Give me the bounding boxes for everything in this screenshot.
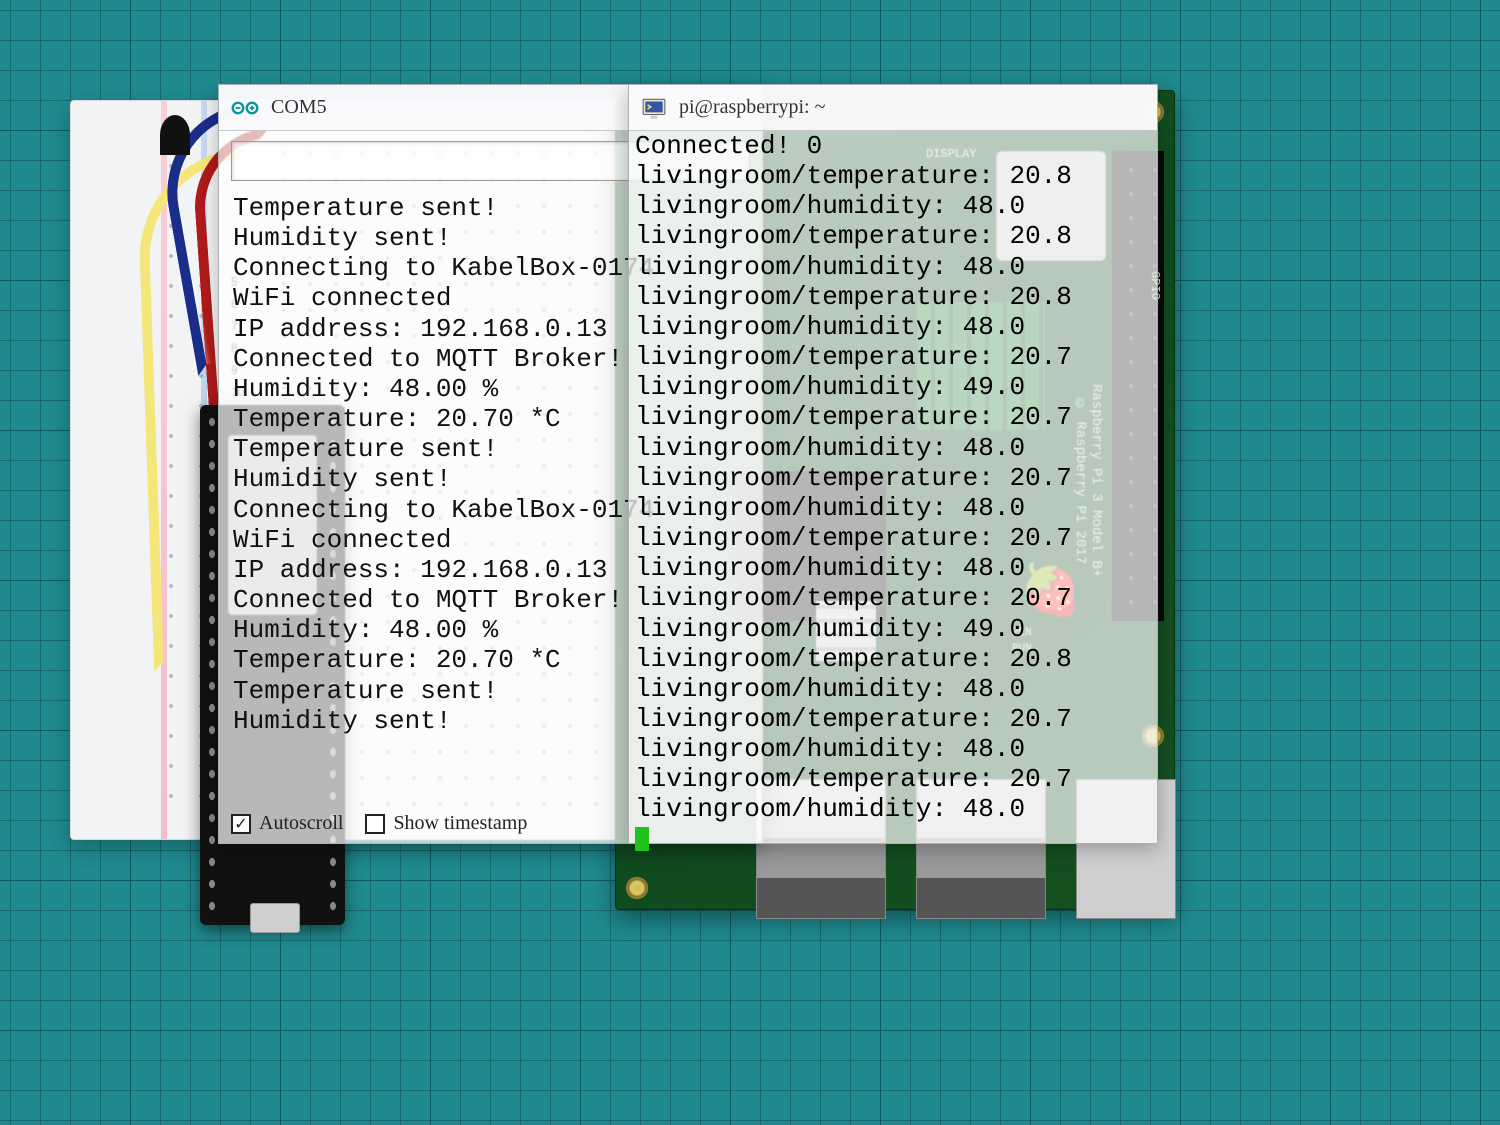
putty-icon: [641, 95, 667, 121]
terminal-output-line: livingroom/humidity: 48.0: [635, 252, 1151, 282]
terminal-output-line: livingroom/humidity: 48.0: [635, 191, 1151, 221]
terminal-output-line: Connected! 0: [635, 131, 1151, 161]
terminal-output-line: livingroom/humidity: 48.0: [635, 674, 1151, 704]
terminal-output-line: livingroom/humidity: 48.0: [635, 312, 1151, 342]
terminal-output-line: livingroom/humidity: 48.0: [635, 734, 1151, 764]
terminal-output-line: livingroom/temperature: 20.7: [635, 583, 1151, 613]
esp-micro-usb-port: [250, 903, 300, 933]
show-timestamp-checkbox[interactable]: Show timestamp: [365, 812, 527, 835]
terminal-output-line: livingroom/temperature: 20.8: [635, 221, 1151, 251]
terminal-output-line: livingroom/temperature: 20.7: [635, 764, 1151, 794]
terminal-output-line: livingroom/temperature: 20.7: [635, 402, 1151, 432]
arduino-icon: [231, 94, 259, 122]
terminal-window-title: pi@raspberrypi: ~: [679, 96, 825, 119]
terminal-output-line: livingroom/humidity: 49.0: [635, 372, 1151, 402]
terminal-output-line: livingroom/temperature: 20.7: [635, 342, 1151, 372]
dht-temperature-sensor: [160, 115, 190, 155]
serial-window-title: COM5: [271, 96, 327, 119]
terminal-output-line: livingroom/temperature: 20.8: [635, 644, 1151, 674]
rpi-mount-hole: [624, 875, 650, 901]
autoscroll-label: Autoscroll: [259, 812, 343, 835]
terminal-output-line: livingroom/temperature: 20.7: [635, 523, 1151, 553]
terminal-output-line: livingroom/temperature: 20.8: [635, 161, 1151, 191]
terminal-output-line: livingroom/temperature: 20.8: [635, 282, 1151, 312]
terminal-output-line: livingroom/humidity: 48.0: [635, 553, 1151, 583]
terminal-output-line: livingroom/temperature: 20.7: [635, 463, 1151, 493]
terminal-window-titlebar[interactable]: pi@raspberrypi: ~: [629, 85, 1157, 131]
terminal-output-line: livingroom/humidity: 48.0: [635, 493, 1151, 523]
terminal-cursor: [635, 827, 649, 851]
autoscroll-checkbox[interactable]: Autoscroll: [231, 812, 343, 835]
terminal-output-line: livingroom/humidity: 48.0: [635, 433, 1151, 463]
serial-monitor-footer: Autoscroll Show timestamp: [231, 812, 527, 835]
checkbox-icon: [231, 814, 251, 834]
terminal-output-line: livingroom/humidity: 48.0: [635, 794, 1151, 824]
ssh-terminal-window: pi@raspberrypi: ~ Connected! 0livingroom…: [628, 84, 1158, 844]
checkbox-icon: [365, 814, 385, 834]
terminal-output[interactable]: Connected! 0livingroom/temperature: 20.8…: [629, 131, 1157, 861]
terminal-output-line: livingroom/temperature: 20.7: [635, 704, 1151, 734]
terminal-output-line: livingroom/humidity: 49.0: [635, 614, 1151, 644]
show-timestamp-label: Show timestamp: [393, 812, 527, 835]
